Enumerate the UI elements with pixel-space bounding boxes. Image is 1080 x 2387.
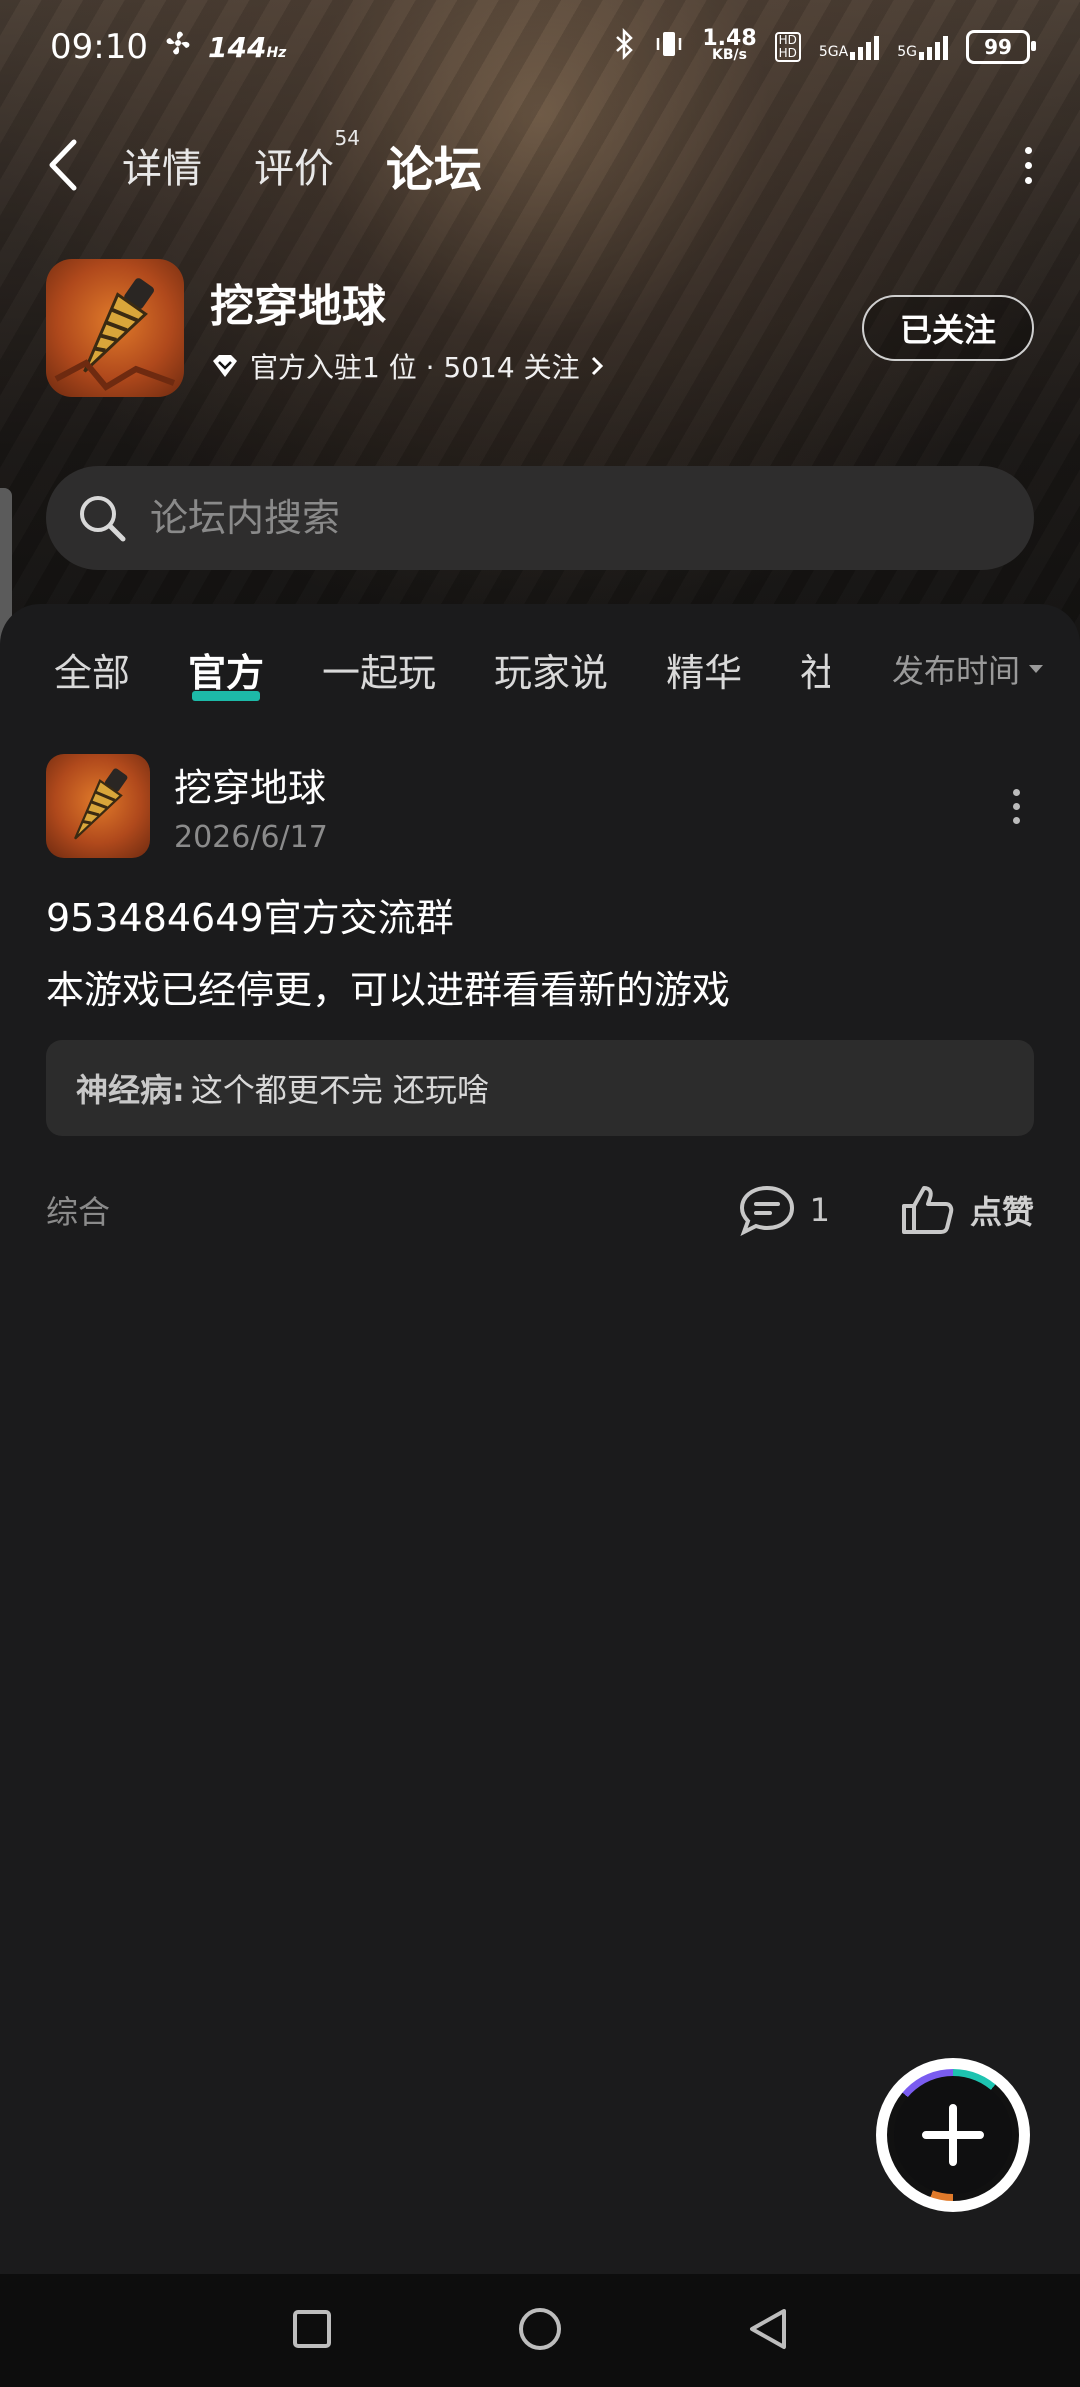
square-icon [293, 2309, 332, 2348]
chevron-right-icon [591, 356, 603, 376]
post-body: 本游戏已经停更，可以进群看看新的游戏 [46, 968, 731, 1012]
forum-content: 全部 官方 一起玩 玩家说 精华 社 发布时间 挖穿地球 2026/6/17 9… [0, 604, 1080, 2274]
game-header: 挖穿地球 官方入驻1 位 · 5014 关注 已关注 [46, 258, 1034, 398]
filter-official[interactable]: 官方 [188, 642, 264, 701]
network-speed-unit: KB/s [712, 47, 747, 63]
filter-all[interactable]: 全部 [54, 642, 130, 697]
signal-icon-1 [850, 34, 880, 60]
top-nav: 详情 评价 54 论坛 [48, 126, 1032, 202]
tab-reviews[interactable]: 评价 54 [254, 126, 360, 194]
search-input[interactable] [148, 495, 952, 541]
like-button[interactable]: 点赞 [900, 1184, 1034, 1236]
filter-more[interactable]: 社 [800, 642, 830, 697]
battery-icon: 99 [966, 30, 1036, 64]
tab-forum[interactable]: 论坛 [386, 130, 482, 202]
comment-author: 神经病: [76, 1071, 185, 1109]
sort-label: 发布时间 [891, 652, 1020, 690]
battery-level: 99 [984, 35, 1012, 59]
comment-text: 这个都更不完 还玩啥 [190, 1071, 489, 1109]
create-post-button[interactable] [876, 2058, 1030, 2212]
thumbs-up-icon [901, 1186, 954, 1234]
post-author[interactable]: 挖穿地球 [174, 757, 328, 812]
post-more-button[interactable] [1013, 788, 1020, 824]
tab-details[interactable]: 详情 [122, 136, 202, 194]
plus-icon [922, 2104, 984, 2166]
forum-search-bar[interactable] [46, 466, 1034, 570]
drill-icon [74, 768, 128, 840]
comment-preview[interactable]: 神经病: 这个都更不完 还玩啥 [46, 1040, 1034, 1136]
filter-play-together[interactable]: 一起玩 [322, 642, 436, 697]
sim2-label: 5G [897, 44, 917, 60]
like-label: 点赞 [969, 1193, 1034, 1231]
home-button[interactable] [517, 2306, 563, 2356]
avatar[interactable] [46, 754, 150, 858]
comment-icon [739, 1185, 794, 1236]
vibrate-icon [654, 29, 684, 65]
filter-featured[interactable]: 精华 [666, 642, 742, 697]
game-title: 挖穿地球 [210, 281, 386, 332]
search-icon [80, 496, 126, 542]
fan-icon [162, 27, 194, 68]
back-button[interactable] [48, 139, 88, 191]
game-meta-text: 官方入驻1 位 · 5014 关注 [250, 351, 580, 384]
filter-players-say[interactable]: 玩家说 [494, 642, 608, 697]
post-date: 2026/6/17 [174, 820, 328, 855]
recents-button[interactable] [292, 2309, 332, 2353]
reviews-count-badge: 54 [334, 126, 360, 150]
post-title: 953484649官方交流群 [46, 896, 454, 940]
back-arrow-icon [49, 139, 77, 191]
game-meta-link[interactable]: 官方入驻1 位 · 5014 关注 [210, 346, 604, 386]
refresh-rate: 144 [207, 30, 267, 64]
status-bar: 09:10 144Hz 1.48 KB/s HD HD 5GA 5G 99 [50, 22, 1036, 72]
more-options-button[interactable] [1025, 146, 1032, 184]
sim1-label: 5GA [818, 44, 849, 60]
drill-icon [54, 278, 176, 391]
game-app-icon[interactable] [46, 259, 184, 397]
back-nav-button[interactable] [748, 2307, 788, 2355]
bluetooth-icon [614, 27, 636, 66]
system-nav-bar [0, 2274, 1080, 2387]
comment-count: 1 [809, 1191, 830, 1229]
refresh-unit: Hz [266, 44, 287, 61]
follow-button[interactable]: 已关注 [862, 295, 1034, 361]
triangle-back-icon [749, 2308, 786, 2349]
status-time: 09:10 [50, 27, 148, 67]
signal-icon-2 [919, 34, 948, 60]
hd-icon: HD HD [774, 32, 801, 62]
network-speed: 1.48 [702, 26, 757, 51]
filter-tabs: 全部 官方 一起玩 玩家说 精华 社 发布时间 [54, 634, 1044, 704]
post-category[interactable]: 综合 [46, 1187, 110, 1233]
diamond-icon [213, 355, 237, 377]
circle-icon [518, 2307, 561, 2350]
caret-down-icon [1029, 665, 1043, 673]
sort-dropdown[interactable]: 发布时间 [892, 646, 1044, 692]
post-card[interactable]: 挖穿地球 2026/6/17 953484649官方交流群 本游戏已经停更，可以… [46, 754, 1034, 1240]
comment-button[interactable]: 1 [738, 1184, 830, 1236]
